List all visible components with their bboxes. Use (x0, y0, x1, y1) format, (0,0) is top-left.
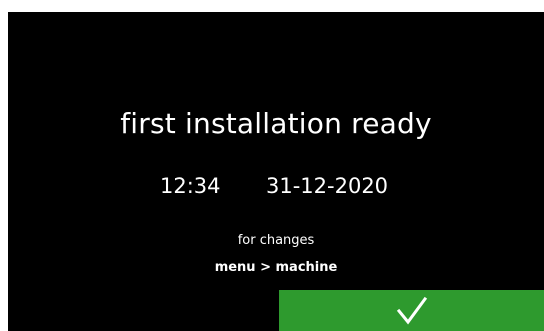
date-display: 31-12-2020 (266, 174, 389, 198)
changes-hint: for changes (237, 233, 315, 248)
time-display: 12:34 (160, 174, 221, 198)
confirm-button[interactable] (279, 290, 544, 331)
checkmark-icon (396, 296, 428, 326)
installation-ready-screen: first installation ready 12:34 31-12-202… (8, 12, 544, 331)
menu-path: menu > machine (214, 260, 338, 275)
device-frame: first installation ready 12:34 31-12-202… (0, 0, 544, 331)
page-title: first installation ready (120, 107, 432, 140)
